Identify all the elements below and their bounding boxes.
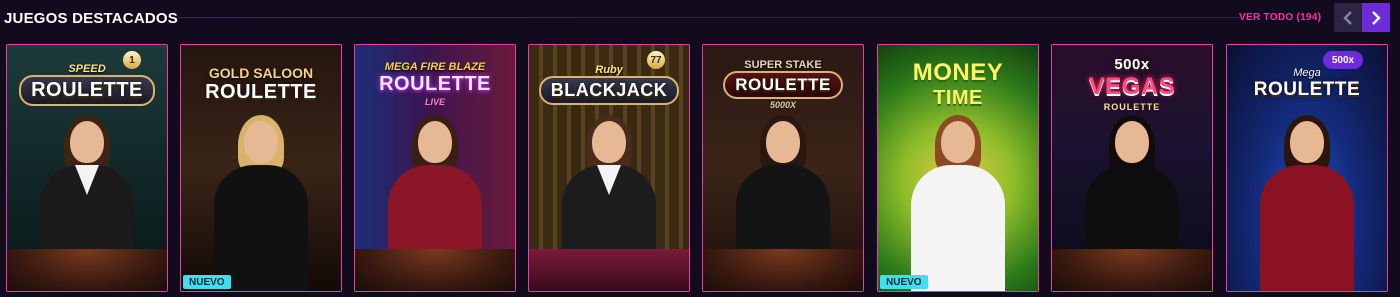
logo-title: ROULETTE	[205, 80, 317, 103]
rank-badge: 1	[123, 51, 141, 69]
roulette-wheel-image	[703, 249, 863, 291]
game-logo: SUPER STAKE ROULETTE 5000X	[709, 53, 857, 115]
logo-title: ROULETTE	[723, 70, 843, 99]
logo-prefix: SPEED	[68, 62, 106, 75]
logo-prefix: GOLD SALOON	[208, 64, 314, 81]
chevron-left-icon	[1343, 10, 1352, 25]
host-image	[903, 115, 1013, 291]
blackjack-table-image	[529, 249, 689, 291]
logo-suffix: ROULETTE	[1103, 102, 1161, 112]
logo-title: TIME	[933, 86, 983, 109]
game-card-mega-fire-blaze-roulette[interactable]: MEGA FIRE BLAZE ROULETTE LIVE	[354, 44, 516, 292]
game-logo: MONEY TIME	[884, 53, 1032, 115]
rank-badge: 77	[647, 51, 665, 69]
game-logo: 500x VEGAS ROULETTE	[1058, 53, 1206, 115]
dealer-image	[206, 115, 316, 291]
multiplier-badge: 500x	[1323, 51, 1363, 69]
game-card-mega-roulette[interactable]: Mega ROULETTE 500x	[1226, 44, 1388, 292]
game-card-ruby-blackjack[interactable]: Ruby BLACKJACK 77	[528, 44, 690, 292]
game-card-gold-saloon-roulette[interactable]: GOLD SALOON ROULETTE NUEVO	[180, 44, 342, 292]
roulette-wheel-image	[1052, 249, 1212, 291]
game-carousel: SPEED ROULETTE 1 GOLD SALOON ROULETTE NU…	[0, 40, 1400, 297]
logo-prefix: MEGA FIRE BLAZE	[384, 61, 486, 73]
logo-prefix: 500x	[1114, 56, 1150, 73]
logo-prefix: SUPER STAKE	[744, 58, 822, 71]
game-card-500x-vegas-roulette[interactable]: 500x VEGAS ROULETTE	[1051, 44, 1213, 292]
logo-title: ROULETTE	[19, 74, 155, 106]
section-title: JUEGOS DESTACADOS	[4, 10, 178, 27]
logo-prefix: Ruby	[595, 63, 623, 76]
game-logo: GOLD SALOON ROULETTE	[187, 53, 335, 115]
logo-title: VEGAS	[1088, 73, 1176, 100]
chevron-right-icon	[1372, 10, 1381, 25]
logo-prefix: MONEY	[912, 58, 1004, 86]
dealer-image	[1252, 115, 1362, 291]
logo-suffix: 5000X	[769, 99, 797, 110]
new-badge: NUEVO	[880, 275, 928, 289]
header-divider	[178, 17, 1240, 18]
carousel-prev-button[interactable]	[1334, 3, 1362, 32]
see-all-link[interactable]: VER TODO (194)	[1239, 12, 1321, 23]
roulette-wheel-image	[7, 249, 167, 291]
featured-games-header: JUEGOS DESTACADOS VER TODO (194)	[0, 0, 1400, 36]
roulette-wheel-image	[355, 249, 515, 291]
logo-suffix: LIVE	[424, 97, 445, 107]
game-card-super-stake-roulette[interactable]: SUPER STAKE ROULETTE 5000X	[702, 44, 864, 292]
logo-title: BLACKJACK	[538, 75, 680, 105]
logo-title: ROULETTE	[1253, 79, 1361, 100]
game-card-speed-roulette[interactable]: SPEED ROULETTE 1	[6, 44, 168, 292]
game-card-money-time[interactable]: MONEY TIME NUEVO	[877, 44, 1039, 292]
logo-title: ROULETTE	[379, 73, 491, 95]
game-logo: MEGA FIRE BLAZE ROULETTE LIVE	[361, 53, 509, 115]
carousel-next-button[interactable]	[1362, 3, 1390, 32]
new-badge: NUEVO	[183, 275, 231, 289]
logo-prefix: Mega	[1293, 67, 1321, 79]
